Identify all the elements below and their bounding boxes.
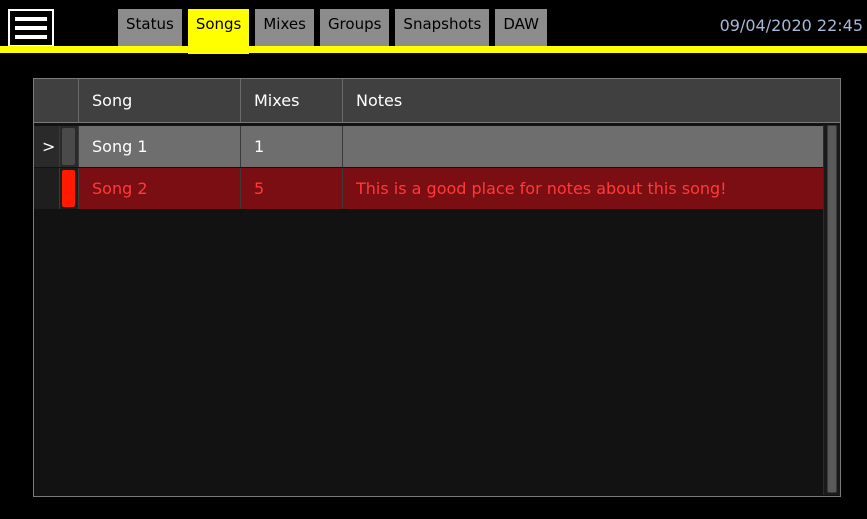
scrollbar-thumb[interactable]	[827, 125, 837, 493]
header-song[interactable]: Song	[79, 79, 241, 122]
tab-groups[interactable]: Groups	[319, 9, 390, 46]
tab-snapshots[interactable]: Snapshots	[395, 9, 490, 46]
menu-button[interactable]	[8, 9, 54, 47]
datetime-display: 09/04/2020 22:45	[719, 16, 863, 35]
songs-screen: Status Songs Mixes Groups Snapshots DAW …	[0, 0, 867, 519]
row-indicator-cell	[60, 168, 79, 209]
active-song-indicator	[62, 170, 75, 207]
tab-mixes[interactable]: Mixes	[255, 9, 314, 46]
tab-bar: Status Songs Mixes Groups Snapshots DAW	[118, 9, 547, 54]
tab-status[interactable]: Status	[118, 9, 182, 46]
row-pointer	[34, 168, 60, 209]
row-song-name: Song 2	[79, 168, 241, 209]
header-mixes[interactable]: Mixes	[241, 79, 343, 122]
row-indicator-cell	[60, 126, 79, 167]
table-row-song-1[interactable]: > Song 1 1	[34, 126, 823, 167]
row-song-name: Song 1	[79, 126, 241, 167]
row-notes	[343, 126, 823, 167]
songs-table: Song Mixes Notes > Song 1 1 Song 2 5 Thi…	[33, 78, 841, 497]
tab-underline	[0, 46, 867, 53]
header-marker	[34, 79, 79, 122]
row-pointer: >	[34, 126, 60, 167]
table-header: Song Mixes Notes	[34, 79, 840, 123]
row-notes: This is a good place for notes about thi…	[343, 168, 823, 209]
row-mixes-count: 1	[241, 126, 343, 167]
row-indicator	[62, 128, 75, 165]
row-mixes-count: 5	[241, 168, 343, 209]
header-notes[interactable]: Notes	[343, 79, 840, 122]
table-row-song-2[interactable]: Song 2 5 This is a good place for notes …	[34, 168, 823, 209]
tab-daw[interactable]: DAW	[495, 9, 547, 46]
table-scrollbar[interactable]	[823, 125, 840, 495]
